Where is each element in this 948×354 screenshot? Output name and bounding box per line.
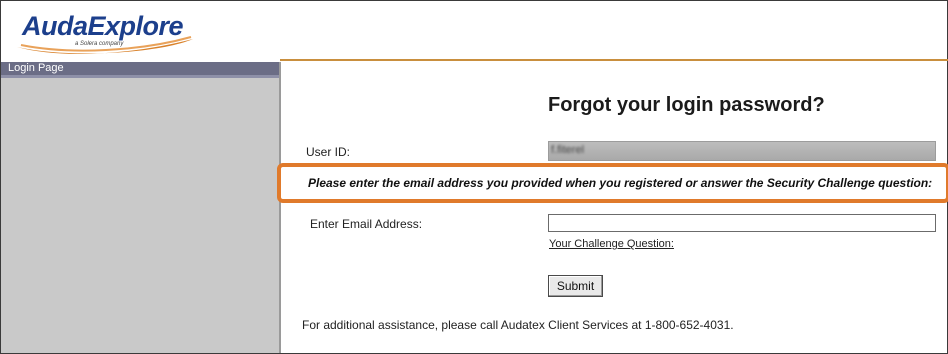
sidebar-item-login-page[interactable]: Login Page [1, 62, 279, 78]
logo-subtitle: a Solera company [75, 41, 124, 47]
logo-text: AudaExplore [22, 11, 184, 41]
sidebar-divider [279, 62, 281, 353]
header-rule [280, 59, 948, 61]
instruction-highlight: Please enter the email address you provi… [277, 163, 948, 203]
assistance-text: For additional assistance, please call A… [302, 318, 734, 332]
page-title: Forgot your login password? [548, 94, 825, 116]
header: AudaExplore a Solera company [1, 1, 947, 60]
user-id-field: f.fiterel [548, 141, 936, 161]
sidebar-item-label: Login Page [8, 62, 64, 74]
email-field[interactable] [548, 214, 936, 232]
email-label: Enter Email Address: [310, 217, 423, 231]
user-id-value: f.fiterel [551, 144, 585, 156]
challenge-question-link[interactable]: Your Challenge Question: [549, 238, 674, 250]
audaexplore-logo: AudaExplore a Solera company [11, 7, 196, 57]
sidebar: Login Page [1, 62, 279, 353]
instruction-text: Please enter the email address you provi… [308, 176, 933, 190]
user-id-label: User ID: [306, 145, 351, 159]
submit-button[interactable]: Submit [548, 275, 603, 297]
